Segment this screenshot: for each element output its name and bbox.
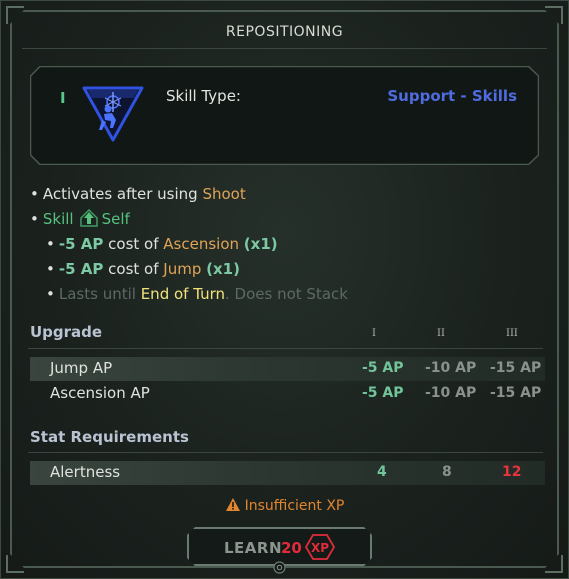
corner-ornament <box>6 555 24 573</box>
effect-line: • -5 AP cost of Ascension (x1) <box>46 234 278 254</box>
effect-skill: Jump <box>163 260 202 278</box>
table-row: Alertness 4 8 12 <box>30 461 545 485</box>
stat-value-tier2: 8 <box>442 464 452 480</box>
trigger-prefix: Activates after using <box>42 185 198 203</box>
duration-suffix: . Does not Stack <box>225 285 348 303</box>
skill-type-label: Skill Type: <box>166 87 241 105</box>
effect-text: cost of <box>108 260 159 278</box>
title-divider <box>22 48 547 49</box>
panel-title: REPOSITIONING <box>225 24 344 40</box>
upgrade-value-tier3: -15 AP <box>490 385 542 401</box>
xp-currency-label: XP <box>311 541 329 555</box>
effect-multiplier: (x1) <box>243 235 278 253</box>
stat-row-label: Alertness <box>50 463 121 481</box>
stat-value-tier1: 4 <box>377 464 387 480</box>
xp-currency-icon: XP <box>304 533 336 561</box>
duration-line: • Lasts until End of Turn. Does not Stack <box>46 284 348 304</box>
duration-until: End of Turn <box>140 285 226 303</box>
corner-ornament <box>6 6 24 24</box>
bullet: • <box>30 210 39 228</box>
tier-column-1: I <box>372 328 376 339</box>
stat-requirements-heading: Stat Requirements <box>30 428 189 446</box>
duration-prefix: Lasts until <box>58 285 136 303</box>
upgrade-value-tier1: -5 AP <box>362 385 404 401</box>
upgrade-value-tier1: -5 AP <box>362 360 404 376</box>
tier-column-2: II <box>437 328 445 339</box>
bullet: • <box>30 185 39 203</box>
effect-skill: Ascension <box>163 235 240 253</box>
bullet: • <box>46 235 55 253</box>
bullet: • <box>46 260 55 278</box>
up-arrow-icon <box>79 209 98 227</box>
upgrade-value-tier3: -15 AP <box>490 360 542 376</box>
controller-button-hint-icon <box>273 561 286 574</box>
learn-button-label: LEARN <box>224 539 283 557</box>
corner-ornament <box>545 6 563 24</box>
trigger-action: Shoot <box>202 185 246 203</box>
tier-column-3: III <box>506 328 518 339</box>
stat-value-tier3: 12 <box>502 464 522 480</box>
description-target-line: • Skill Self <box>30 209 130 229</box>
effect-amount: -5 AP <box>58 260 104 278</box>
skill-kind: Skill <box>42 210 74 228</box>
upgrade-row-label: Ascension AP <box>50 384 150 402</box>
warning-icon <box>225 498 240 511</box>
skill-type-value: Support - Skills <box>387 87 517 105</box>
upgrade-divider <box>28 348 543 349</box>
upgrade-value-tier2: -10 AP <box>425 360 477 376</box>
effect-text: cost of <box>108 235 159 253</box>
learn-cost: 20 <box>281 539 302 557</box>
upgrade-heading: Upgrade <box>30 323 103 341</box>
effect-line: • -5 AP cost of Jump (x1) <box>46 259 240 279</box>
upgrade-value-tier2: -10 AP <box>425 385 477 401</box>
table-row: Jump AP -5 AP -10 AP -15 AP <box>30 357 545 381</box>
bullet: • <box>46 285 55 303</box>
repositioning-skill-icon[interactable] <box>80 84 146 142</box>
skill-tier: I <box>60 89 66 107</box>
requirements-divider <box>28 452 543 453</box>
description-trigger-line: • Activates after using Shoot <box>30 184 246 204</box>
effect-amount: -5 AP <box>58 235 104 253</box>
table-row: Ascension AP -5 AP -10 AP -15 AP <box>30 382 545 406</box>
effect-multiplier: (x1) <box>206 260 240 278</box>
skill-target: Self <box>101 210 130 228</box>
corner-ornament <box>545 555 563 573</box>
upgrade-row-label: Jump AP <box>50 359 113 377</box>
insufficient-xp-warning: Insufficient XP <box>0 497 569 514</box>
warning-text: Insufficient XP <box>244 498 345 514</box>
